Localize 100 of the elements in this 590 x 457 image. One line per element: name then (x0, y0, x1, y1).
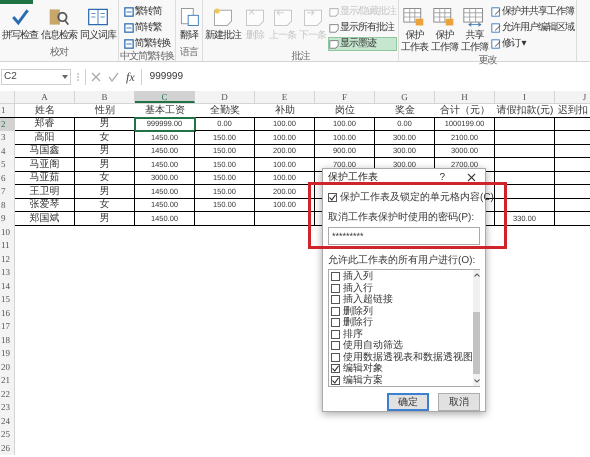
help-button[interactable]: ? (439, 170, 445, 184)
ribbon-button[interactable]: 同义词库 (79, 1, 117, 43)
permission-label[interactable]: 插入列 (343, 271, 373, 282)
permission-label[interactable]: 编辑对象 (343, 363, 383, 374)
row-header[interactable]: 10 (0, 226, 15, 239)
column-header[interactable]: I (495, 91, 555, 103)
row-header[interactable]: 20 (0, 360, 15, 374)
permission-label[interactable]: 删除行 (343, 317, 373, 328)
group-label: 更改 (478, 55, 496, 68)
permission-label[interactable]: 删除列 (343, 306, 373, 317)
ribbon-button[interactable]: 繁转简 (122, 5, 172, 19)
ribbon-button[interactable]: 保护 工作表 (400, 1, 429, 55)
row-header[interactable]: 13 (0, 266, 15, 280)
row-header[interactable]: 12 (0, 252, 15, 266)
table-cell: 马国鑫 (15, 144, 75, 158)
book-icon (87, 6, 109, 28)
row-header[interactable]: 22 (0, 388, 15, 401)
permission-label[interactable]: 插入行 (343, 282, 373, 294)
row-header[interactable]: 2 (0, 118, 15, 131)
permission-label[interactable]: 排序 (343, 328, 363, 340)
row-header[interactable]: 18 (0, 334, 15, 347)
row-header[interactable]: 9 (0, 212, 15, 226)
checkbox[interactable] (331, 295, 340, 304)
row-header[interactable]: 16 (0, 306, 15, 320)
checkbox[interactable] (331, 364, 340, 374)
permission-label[interactable]: 使用数据透视表和数据透视图 (343, 352, 473, 363)
row-header[interactable]: 17 (0, 320, 15, 334)
drag-handle-icon (77, 72, 79, 82)
dialog-button[interactable]: 取消 (438, 393, 480, 411)
sheet-edit-icon (490, 7, 501, 17)
column-header[interactable]: H (435, 91, 495, 103)
checkbox[interactable] (331, 272, 340, 282)
scroll-thumb[interactable] (473, 312, 480, 374)
row-header[interactable]: 8 (0, 198, 15, 212)
row-header[interactable]: 7 (0, 185, 15, 198)
ribbon-button[interactable]: 允许用户编辑区域 (490, 21, 575, 35)
checkbox[interactable] (331, 284, 340, 293)
table-cell: 王卫明 (15, 185, 75, 198)
row-header[interactable]: 25 (0, 428, 15, 442)
note-icon (212, 6, 234, 28)
table-cell (495, 131, 555, 144)
column-header[interactable]: E (255, 91, 315, 103)
insert-function-button[interactable]: fx (126, 68, 135, 86)
scrollbar[interactable] (473, 270, 480, 386)
column-header[interactable]: G (375, 91, 435, 103)
table-cell: 女 (75, 198, 135, 212)
translate-icon (178, 6, 200, 28)
close-icon[interactable] (467, 172, 476, 182)
checkbox[interactable] (331, 306, 340, 316)
column-header[interactable]: A (15, 91, 75, 103)
column-header[interactable]: D (195, 91, 255, 103)
ribbon-button[interactable]: 保护并共享工作簿 (490, 5, 575, 19)
checkbox[interactable] (328, 193, 337, 202)
row-header[interactable]: 3 (0, 131, 15, 144)
column-header[interactable]: C (135, 91, 195, 103)
ribbon-button[interactable]: 信息检索 (40, 1, 78, 43)
row-header[interactable]: 11 (0, 239, 15, 252)
row-header[interactable]: 15 (0, 293, 15, 306)
checkbox[interactable] (331, 318, 340, 328)
row-header[interactable]: 23 (0, 401, 15, 414)
ribbon-button[interactable]: 保护 工作簿 (430, 1, 459, 55)
ribbon-button[interactable]: 翻译 (177, 1, 201, 43)
permission-label[interactable]: 插入超链接 (343, 294, 393, 306)
row-header[interactable]: 6 (0, 172, 15, 185)
row-header[interactable]: 21 (0, 374, 15, 388)
ribbon-button[interactable]: 简繁转换 (122, 37, 172, 51)
row-header[interactable]: 5 (0, 158, 15, 172)
scroll-down-icon[interactable] (474, 379, 480, 383)
enter-check-icon[interactable] (108, 72, 119, 82)
group-label: 语言 (180, 47, 198, 60)
column-header[interactable]: F (315, 91, 375, 103)
row-header[interactable]: 1 (0, 104, 15, 116)
ribbon-button[interactable]: 共享 工作簿 (460, 1, 489, 55)
name-box[interactable]: C2 (1, 68, 71, 84)
permission-label[interactable]: 编辑方案 (343, 374, 383, 386)
checkbox[interactable] (331, 341, 340, 350)
column-header[interactable]: J (555, 91, 590, 103)
checkbox[interactable] (331, 352, 340, 362)
row-header[interactable]: 19 (0, 347, 15, 360)
table-cell: 男 (75, 158, 135, 172)
dialog-button[interactable]: 确定 (387, 393, 429, 411)
checkbox[interactable] (331, 376, 340, 385)
password-field[interactable]: ********* (328, 227, 480, 245)
ribbon-button[interactable]: 新建批注 (204, 1, 242, 43)
checkbox[interactable] (331, 330, 340, 339)
ribbon-button[interactable]: 修订 ▾ (490, 37, 575, 51)
row-header[interactable]: 14 (0, 280, 15, 293)
ribbon-button[interactable]: 显示墨迹 (328, 37, 397, 51)
ribbon-button[interactable]: 简转繁 (122, 21, 172, 35)
scroll-up-icon[interactable] (474, 273, 480, 277)
checkbox-label[interactable]: 保护工作表及锁定的单元格内容(C) (340, 191, 494, 204)
row-header[interactable]: 24 (0, 414, 15, 428)
permission-label[interactable]: 使用自动筛选 (343, 340, 403, 352)
sheet-edit-icon (490, 39, 501, 49)
table-cell: 奖金 (395, 104, 415, 117)
ribbon-button[interactable]: 拼写检查 (1, 1, 39, 43)
row-header[interactable]: 4 (0, 144, 15, 158)
row-header[interactable]: 26 (0, 442, 15, 455)
ribbon-button[interactable]: 显示所有批注 (328, 21, 397, 35)
formula-input[interactable]: 999999 (140, 68, 590, 84)
